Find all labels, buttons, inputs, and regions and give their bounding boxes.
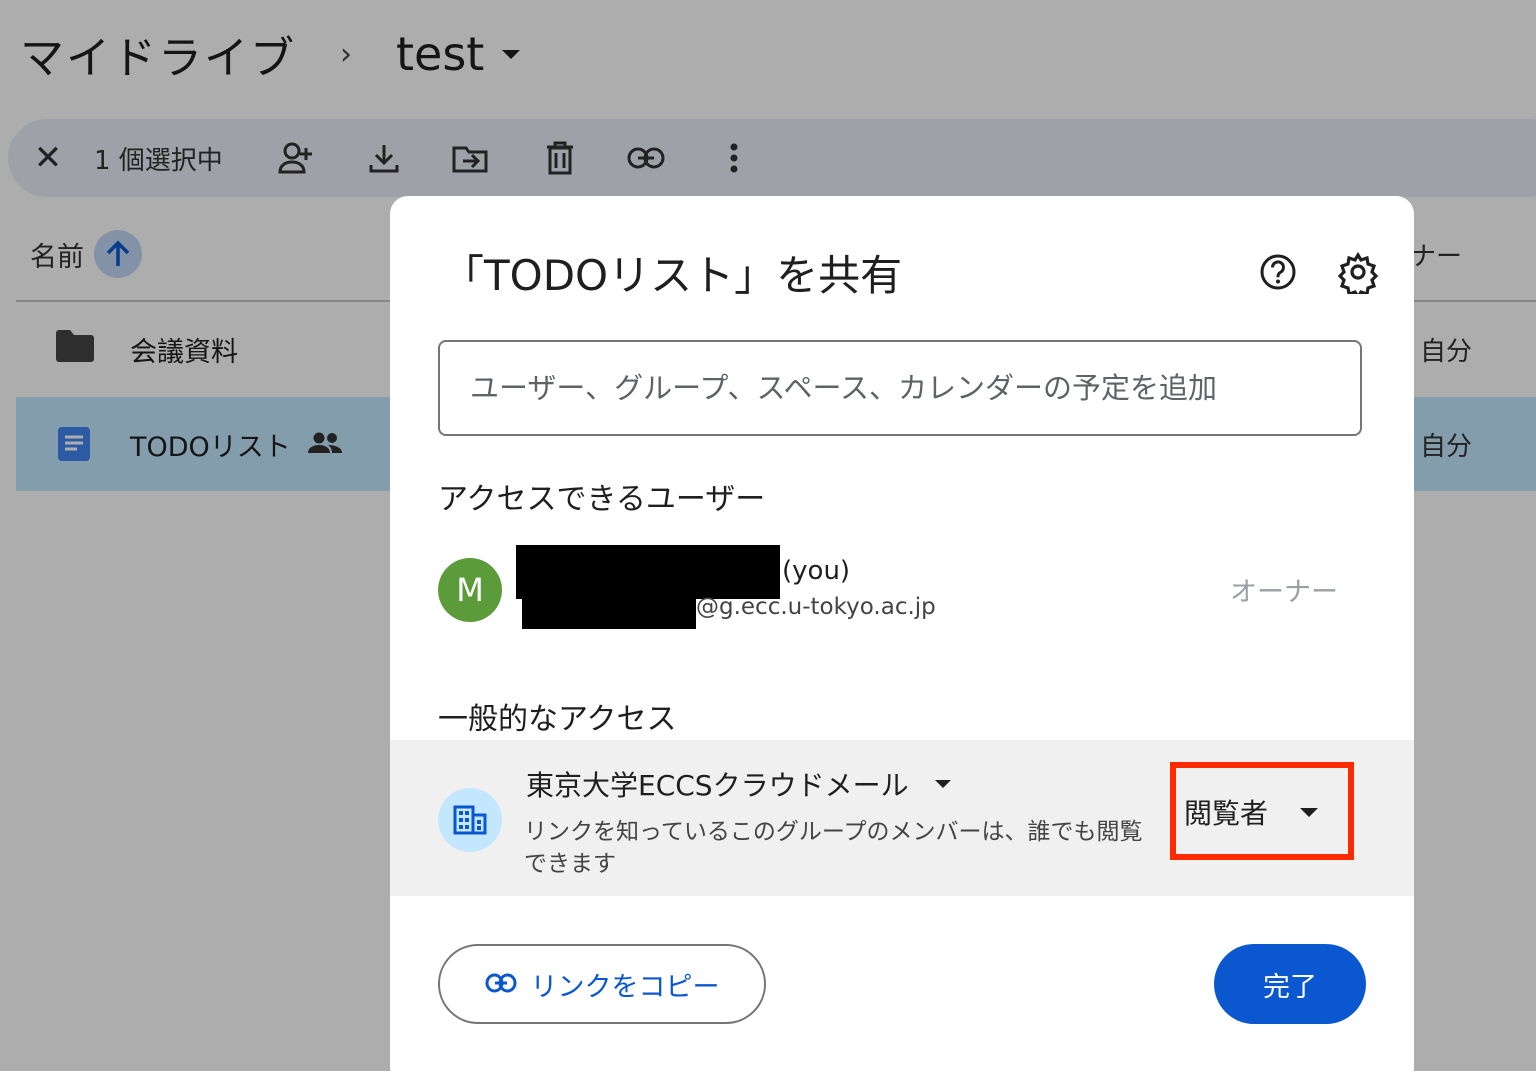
done-button[interactable]: 完了: [1214, 944, 1366, 1024]
gear-icon[interactable]: [1336, 250, 1380, 301]
general-access-scope-dropdown[interactable]: 東京大学ECCSクラウドメール: [526, 764, 951, 804]
share-people-input[interactable]: [438, 340, 1362, 436]
avatar: M: [438, 558, 502, 622]
redacted-name: [516, 545, 780, 599]
redacted-email: [522, 599, 696, 629]
copy-link-button[interactable]: リンクをコピー: [438, 944, 766, 1024]
user-you-label: (you): [782, 556, 851, 586]
people-with-access-heading: アクセスできるユーザー: [438, 482, 766, 517]
help-icon[interactable]: [1256, 250, 1300, 294]
copy-link-label: リンクをコピー: [530, 971, 720, 1003]
share-dialog: 「TODOリスト」を共有 アクセスできるユーザー M (you) @g.ecc.…: [390, 196, 1414, 1086]
dialog-title: 「TODOリスト」を共有: [442, 251, 903, 300]
general-access-heading: 一般的なアクセス: [438, 702, 677, 737]
user-role-owner: オーナー: [1230, 577, 1338, 608]
general-access-panel: 東京大学ECCSクラウドメール リンクを知っているこのグループのメンバーは、誰で…: [390, 740, 1414, 896]
highlight-annotation-box: [1170, 762, 1354, 860]
caret-down-icon: [934, 780, 951, 788]
organization-building-icon: [438, 788, 502, 852]
access-description: リンクを知っているこのグループのメンバーは、誰でも閲覧できます: [524, 819, 1143, 877]
access-scope-label: 東京大学ECCSクラウドメール: [526, 769, 909, 802]
link-icon: [485, 969, 517, 1000]
user-email: @g.ecc.u-tokyo.ac.jp: [696, 594, 936, 620]
